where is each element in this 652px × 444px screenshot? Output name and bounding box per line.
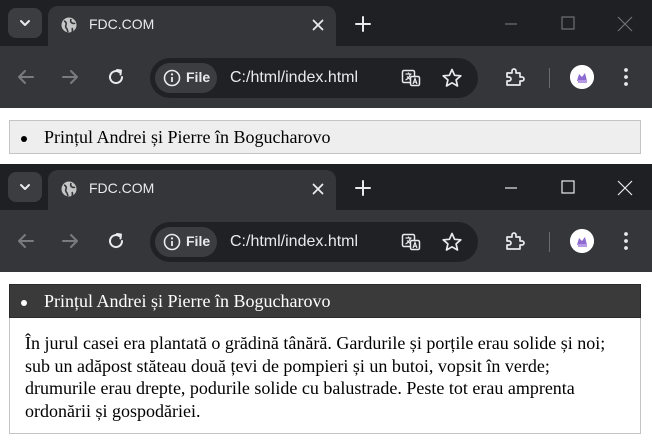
list-bullet (21, 136, 27, 142)
list-item-text: Prințul Andrei și Pierre în Bogucharovo (44, 291, 331, 311)
toolbar-separator (549, 232, 550, 252)
globe-icon (61, 181, 77, 197)
chevron-down-icon (20, 184, 30, 190)
back-arrow-icon[interactable] (16, 231, 36, 251)
minimize-icon[interactable] (503, 180, 519, 196)
avatar[interactable] (570, 65, 594, 89)
toolbar: File C:/html/index.html (0, 46, 652, 108)
tab-title: FDC.COM (89, 180, 155, 196)
profile-image (570, 65, 594, 89)
profile-image (570, 229, 594, 253)
list-bullet (21, 300, 27, 306)
window-close-icon[interactable] (616, 179, 634, 197)
avatar[interactable] (570, 229, 594, 253)
chevron-down-icon (20, 20, 30, 26)
description-text: În jurul casei era plantată o grădină tâ… (25, 333, 606, 421)
browser-window-2: FDC.COM File C:/html/index.html Prințul … (0, 164, 652, 444)
translate-icon[interactable] (401, 232, 421, 252)
list-item[interactable]: Prințul Andrei și Pierre în Bogucharovo (9, 120, 641, 154)
toolbar-separator (549, 68, 550, 88)
description-panel: În jurul casei era plantată o grădină tâ… (9, 318, 641, 434)
back-arrow-icon[interactable] (16, 67, 36, 87)
star-icon[interactable] (441, 231, 463, 253)
site-info-chip[interactable]: File (155, 227, 217, 257)
kebab-menu-icon[interactable] (616, 230, 636, 252)
minimize-icon[interactable] (503, 16, 519, 32)
site-info-chip[interactable]: File (155, 63, 217, 93)
reload-icon[interactable] (106, 67, 126, 87)
extensions-icon[interactable] (504, 230, 526, 252)
toolbar: File C:/html/index.html (0, 210, 652, 272)
star-icon[interactable] (441, 67, 463, 89)
site-chip-label: File (186, 69, 211, 85)
tab-title: FDC.COM (89, 16, 155, 32)
maximize-icon[interactable] (560, 15, 576, 31)
list-item-active[interactable]: Prințul Andrei și Pierre în Bogucharovo (9, 284, 641, 318)
list-item-text: Prințul Andrei și Pierre în Bogucharovo (44, 127, 331, 147)
extensions-icon[interactable] (504, 66, 526, 88)
plus-icon[interactable] (354, 15, 372, 33)
forward-arrow-icon[interactable] (60, 67, 80, 87)
info-icon (163, 233, 181, 251)
address-bar[interactable]: File C:/html/index.html (150, 58, 478, 98)
page-content: Prințul Andrei și Pierre în Bogucharovo (0, 108, 652, 164)
info-icon (163, 69, 181, 87)
reload-icon[interactable] (106, 231, 126, 251)
active-tab[interactable]: FDC.COM (48, 6, 336, 46)
site-chip-label: File (186, 233, 211, 249)
forward-arrow-icon[interactable] (60, 231, 80, 251)
address-bar[interactable]: File C:/html/index.html (150, 222, 478, 262)
globe-icon (61, 17, 77, 33)
url-text[interactable]: C:/html/index.html (230, 233, 358, 251)
kebab-menu-icon[interactable] (616, 66, 636, 88)
plus-icon[interactable] (354, 179, 372, 197)
page-content: Prințul Andrei și Pierre în Bogucharovo … (0, 272, 652, 444)
tab-strip: FDC.COM (0, 164, 652, 210)
tab-strip: FDC.COM (0, 0, 652, 46)
tab-search-button[interactable] (8, 172, 42, 202)
active-tab[interactable]: FDC.COM (48, 170, 336, 210)
browser-window-1: FDC.COM File C:/html/index.html Prințul … (0, 0, 652, 164)
close-icon[interactable] (310, 17, 326, 33)
maximize-icon[interactable] (560, 179, 576, 195)
window-close-icon[interactable] (616, 15, 634, 33)
url-text[interactable]: C:/html/index.html (230, 69, 358, 87)
close-icon[interactable] (310, 181, 326, 197)
tab-search-button[interactable] (8, 8, 42, 38)
translate-icon[interactable] (401, 68, 421, 88)
